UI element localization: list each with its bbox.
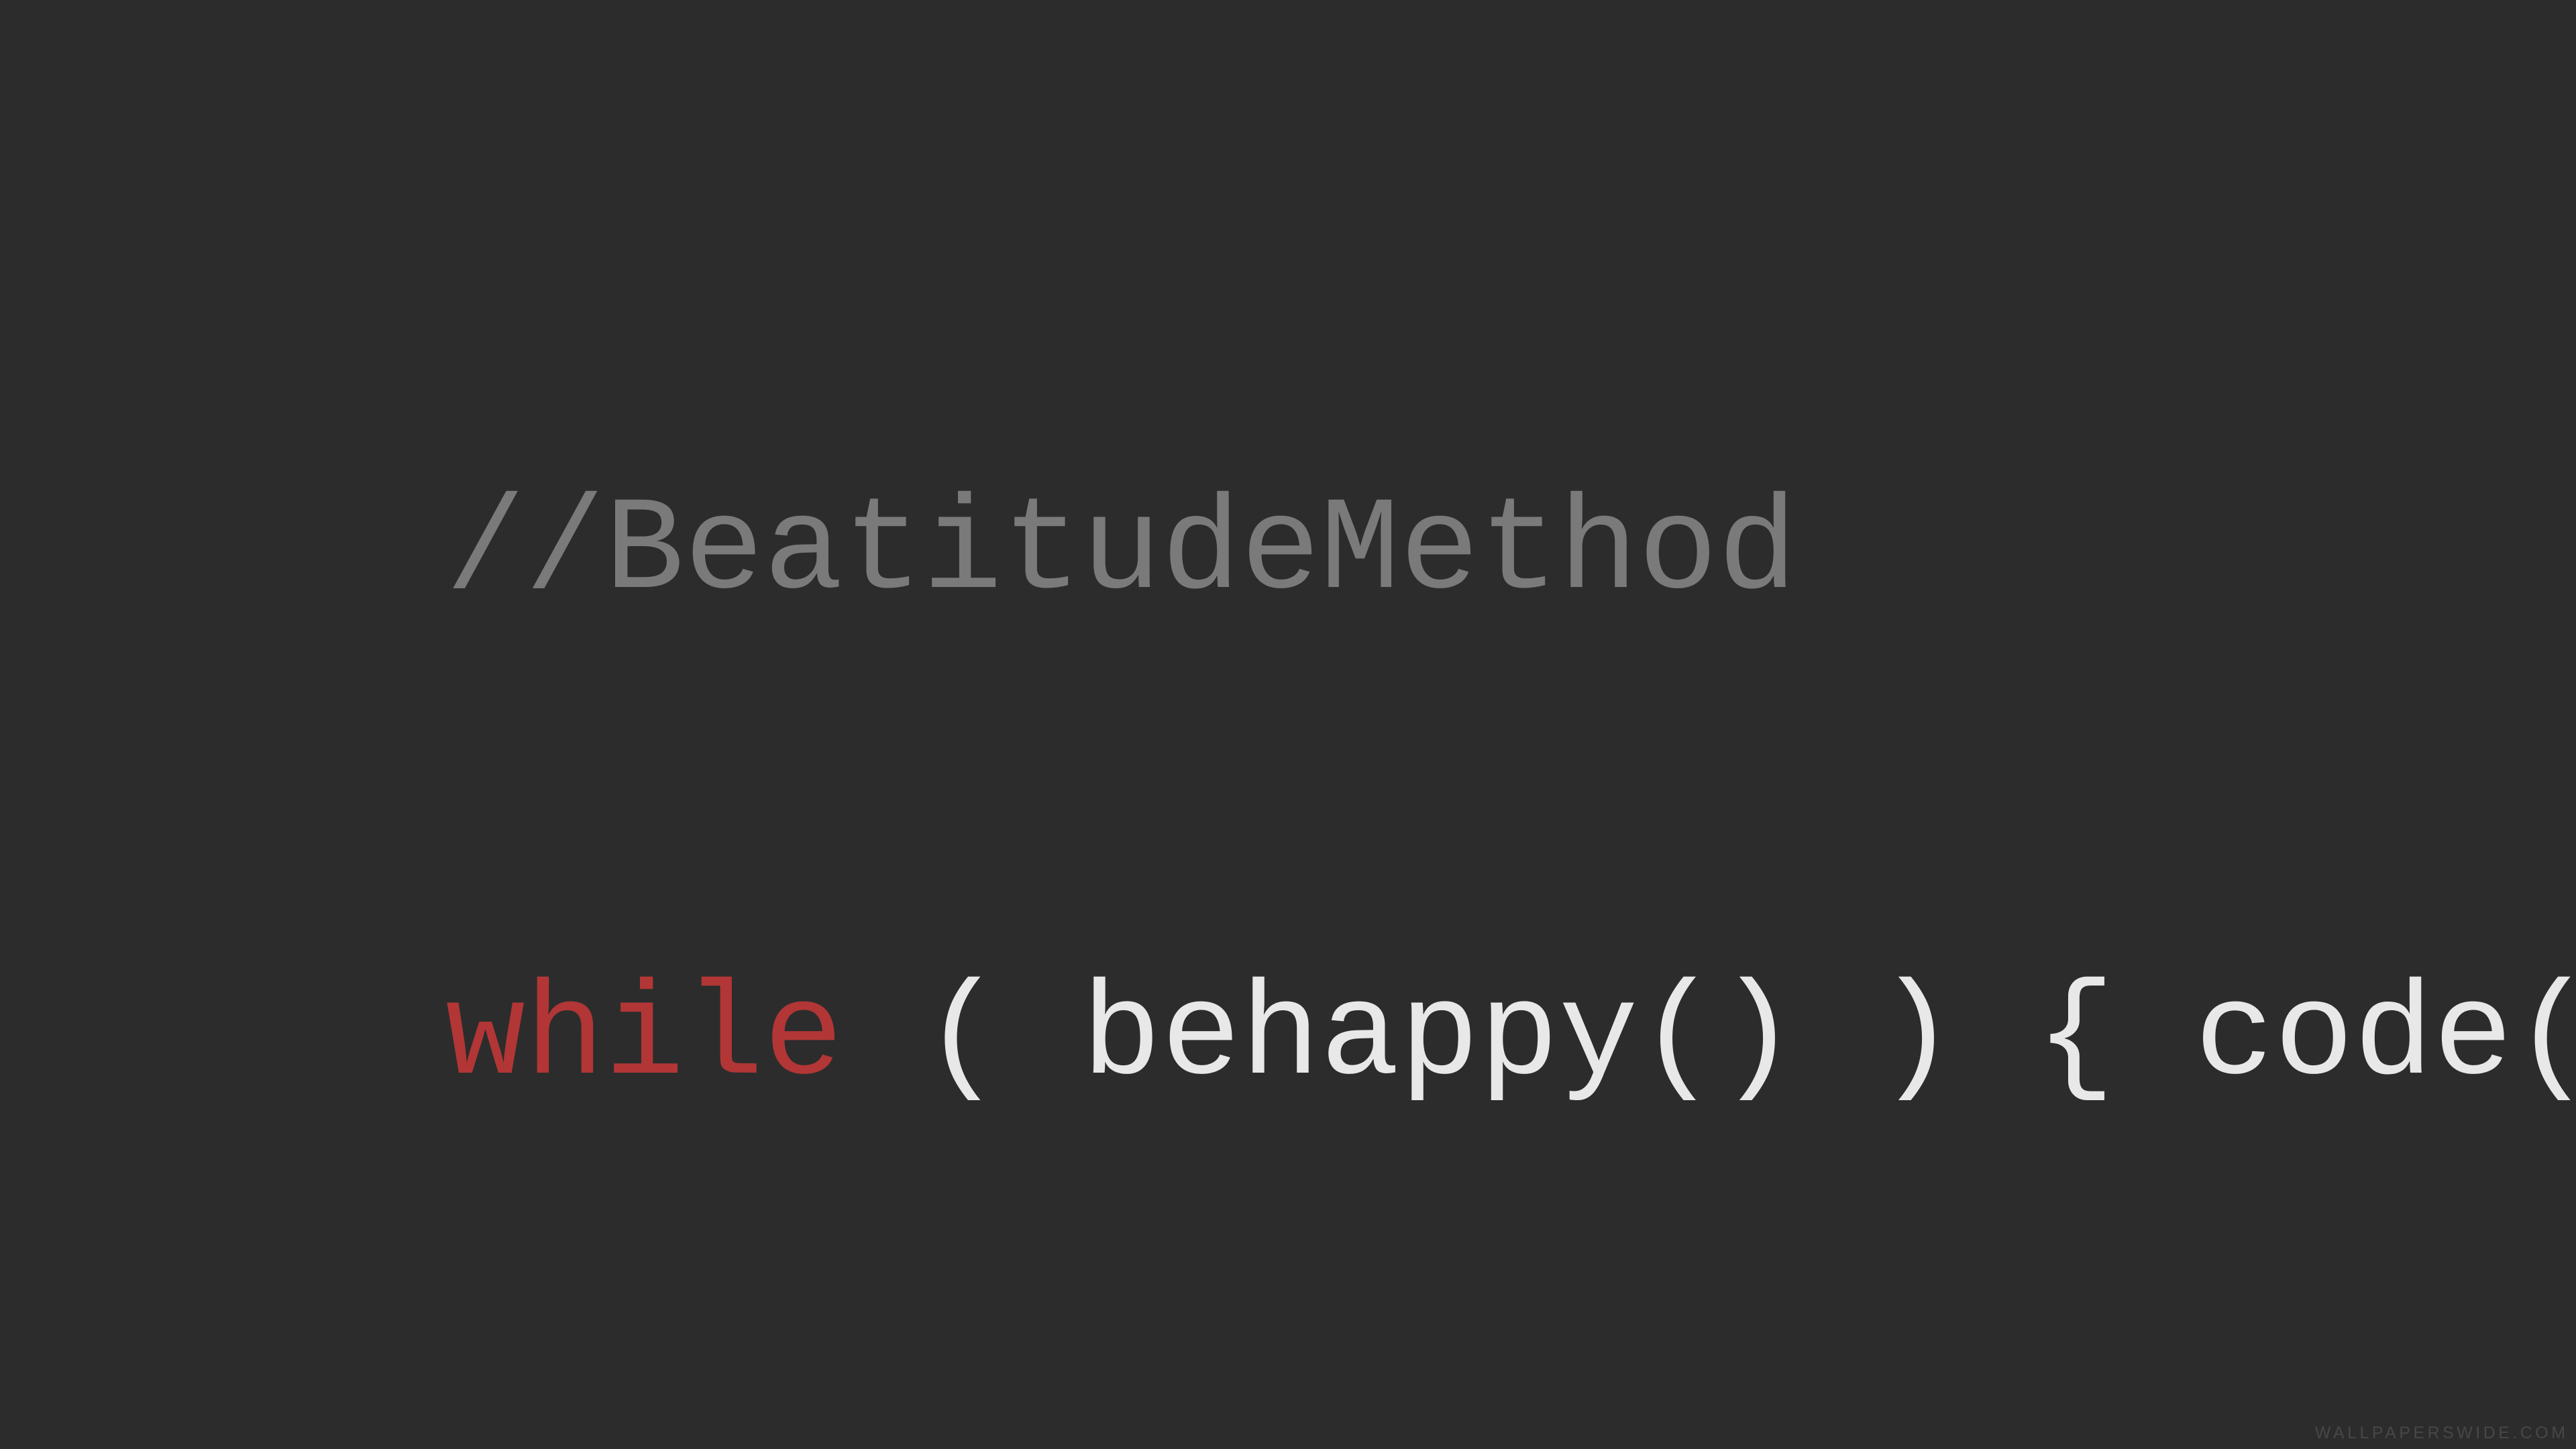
code-body: ( behappy() ) { code(); } bbox=[843, 963, 2576, 1113]
code-statement-line: while ( behappy() ) { code(); } bbox=[445, 957, 2576, 1119]
while-keyword: while bbox=[445, 963, 843, 1113]
code-wallpaper-block: //BeatitudeMethod while ( behappy() ) { … bbox=[445, 148, 2576, 1281]
watermark-text: WALLPAPERSWIDE.COM bbox=[2315, 1424, 2569, 1443]
code-comment-line: //BeatitudeMethod bbox=[445, 472, 2576, 633]
